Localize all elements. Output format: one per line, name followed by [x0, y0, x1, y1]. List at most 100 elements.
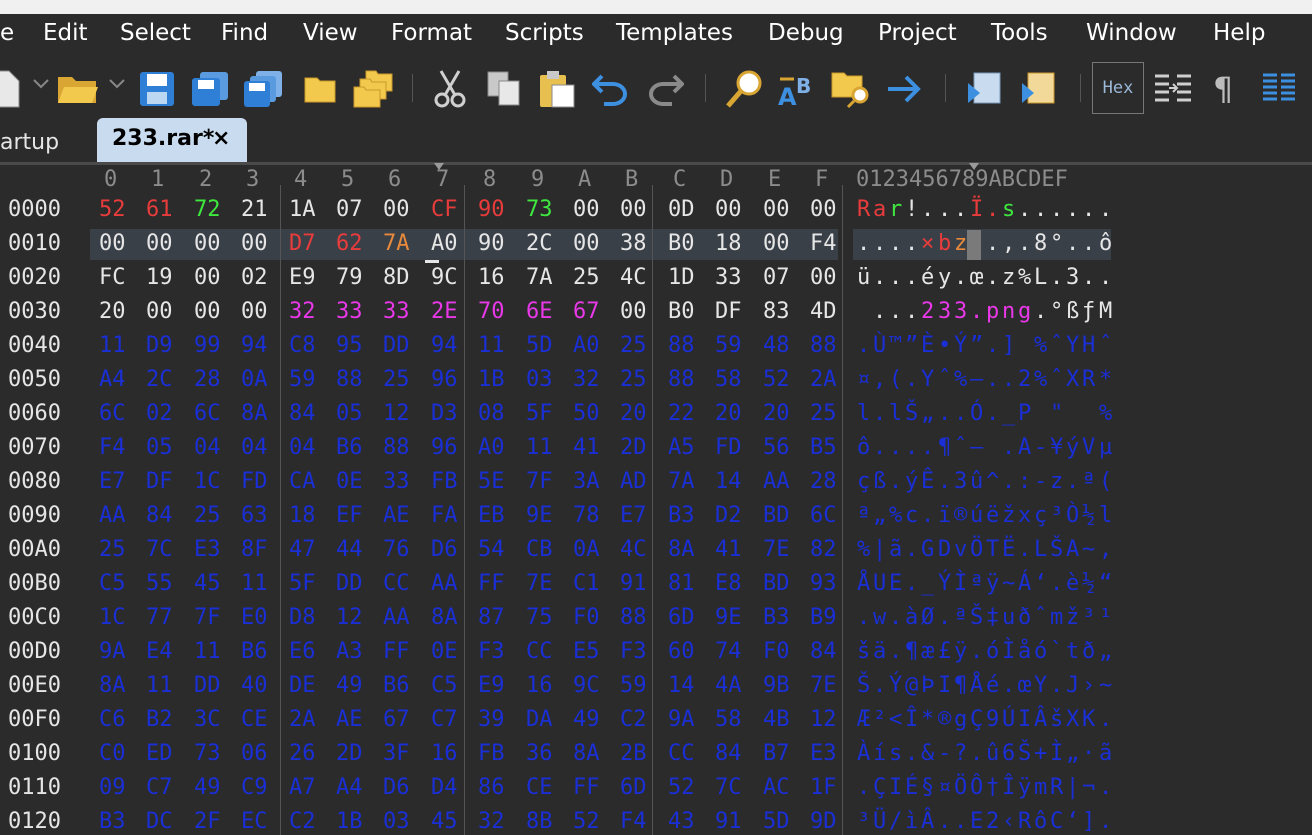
ascii-char[interactable]: ‹: [1002, 809, 1015, 834]
hex-byte[interactable]: A0: [478, 435, 505, 460]
hex-byte[interactable]: 9C: [573, 673, 600, 698]
hex-byte[interactable]: 9E: [526, 503, 553, 528]
hex-byte[interactable]: 52: [763, 367, 790, 392]
ascii-char[interactable]: .: [905, 265, 918, 290]
hex-byte[interactable]: 88: [336, 367, 363, 392]
hex-byte[interactable]: AA: [431, 571, 458, 596]
ascii-char[interactable]: b: [938, 231, 951, 256]
hex-byte[interactable]: B3: [668, 503, 695, 528]
ascii-char[interactable]: Ì: [954, 571, 967, 596]
ascii-char[interactable]: Š: [905, 401, 918, 426]
hex-byte[interactable]: 84: [146, 503, 173, 528]
ascii-char[interactable]: .: [905, 741, 918, 766]
ascii-char[interactable]: Â: [1034, 707, 1047, 732]
hex-byte[interactable]: 8A: [241, 401, 268, 426]
ascii-char[interactable]: [1066, 401, 1079, 426]
ascii-char[interactable]: E: [970, 809, 983, 834]
hex-byte[interactable]: 39: [478, 707, 505, 732]
ascii-char[interactable]: %: [857, 537, 870, 562]
hex-byte[interactable]: E8: [715, 571, 742, 596]
ascii-char[interactable]: ª: [970, 571, 983, 596]
hex-byte[interactable]: 61: [146, 197, 173, 222]
ascii-char[interactable]: .: [1034, 197, 1047, 222]
ascii-char[interactable]: ": [1050, 401, 1063, 426]
ascii-char[interactable]: æ: [921, 639, 934, 664]
ascii-char[interactable]: .: [986, 197, 999, 222]
hex-byte[interactable]: 11: [478, 333, 505, 358]
hex-byte[interactable]: B2: [146, 707, 173, 732]
ascii-char[interactable]: .: [1082, 265, 1095, 290]
hex-byte[interactable]: 14: [715, 469, 742, 494]
ascii-char[interactable]: +: [1034, 741, 1047, 766]
ascii-char[interactable]: ÿ: [954, 639, 967, 664]
hex-byte[interactable]: 16: [478, 265, 505, 290]
hex-byte[interactable]: 38: [620, 231, 647, 256]
ascii-char[interactable]: L: [1034, 537, 1047, 562]
ascii-char[interactable]: è: [1066, 571, 1079, 596]
ascii-char[interactable]: .: [889, 469, 902, 494]
ascii-char[interactable]: •: [938, 333, 951, 358]
hex-byte[interactable]: 59: [620, 673, 647, 698]
menu-project[interactable]: Project: [878, 20, 957, 46]
hex-byte[interactable]: D2: [715, 503, 742, 528]
menu-templates[interactable]: Templates: [616, 20, 733, 46]
hex-byte[interactable]: 95: [336, 333, 363, 358]
ascii-char[interactable]: Á: [1018, 571, 1031, 596]
hex-byte[interactable]: 96: [431, 367, 458, 392]
hex-byte[interactable]: CB: [526, 537, 553, 562]
ascii-char[interactable]: *: [1099, 367, 1112, 392]
ascii-char[interactable]: .: [1018, 231, 1031, 256]
hex-byte[interactable]: 2A: [289, 707, 316, 732]
run-template-icon[interactable]: [1016, 64, 1066, 114]
hex-byte[interactable]: 33: [715, 265, 742, 290]
hex-byte[interactable]: 04: [241, 435, 268, 460]
menu-debug[interactable]: Debug: [768, 20, 844, 46]
chevron-down-icon[interactable]: [108, 76, 126, 95]
hex-byte[interactable]: FF: [478, 571, 505, 596]
ascii-char[interactable]: n: [1002, 299, 1015, 324]
ascii-char[interactable]: „: [1099, 639, 1112, 664]
hex-byte[interactable]: 11: [241, 571, 268, 596]
ascii-char[interactable]: .: [986, 401, 999, 426]
ascii-char[interactable]: ¥: [1050, 435, 1063, 460]
ascii-char[interactable]: .: [921, 503, 934, 528]
hex-byte[interactable]: E9: [289, 265, 316, 290]
hex-byte[interactable]: 00: [241, 231, 268, 256]
ascii-char[interactable]: Å: [857, 571, 870, 596]
ascii-char[interactable]: %: [1018, 265, 1031, 290]
ascii-char[interactable]: .: [857, 231, 870, 256]
hex-byte[interactable]: 50: [573, 401, 600, 426]
hex-byte[interactable]: 32: [573, 367, 600, 392]
ascii-char[interactable]: /: [889, 809, 902, 834]
ascii-char[interactable]: ˆ: [1034, 605, 1047, 630]
goto-icon[interactable]: [880, 64, 930, 114]
ascii-char[interactable]: û: [986, 741, 999, 766]
ascii-char[interactable]: 8: [1034, 231, 1047, 256]
ascii-char[interactable]: ”: [905, 333, 918, 358]
hex-byte[interactable]: C1: [573, 571, 600, 596]
hex-byte[interactable]: E3: [810, 741, 837, 766]
hex-byte[interactable]: C8: [289, 333, 316, 358]
ascii-char[interactable]: <: [889, 707, 902, 732]
ascii-char[interactable]: ˆ: [938, 367, 951, 392]
ascii-char[interactable]: .: [938, 809, 951, 834]
hex-byte[interactable]: 94: [241, 333, 268, 358]
ascii-char[interactable]: ß: [1066, 299, 1079, 324]
ascii-char[interactable]: ‘: [1066, 809, 1079, 834]
hex-byte[interactable]: F3: [478, 639, 505, 664]
ascii-char[interactable]: Â: [921, 809, 934, 834]
ascii-char[interactable]: *: [921, 707, 934, 732]
hex-byte[interactable]: 4D: [810, 299, 837, 324]
hex-byte[interactable]: 9E: [715, 605, 742, 630]
ascii-char[interactable]: m: [1050, 605, 1063, 630]
ascii-char[interactable]: U: [873, 571, 886, 596]
hex-byte[interactable]: 12: [336, 605, 363, 630]
hex-byte[interactable]: 00: [620, 299, 647, 324]
hex-byte[interactable]: 52: [99, 197, 126, 222]
hex-byte[interactable]: 03: [383, 809, 410, 834]
hex-byte[interactable]: AA: [99, 503, 126, 528]
hex-byte[interactable]: 7A: [526, 265, 553, 290]
ascii-char[interactable]: p: [986, 299, 999, 324]
hex-byte[interactable]: 16: [431, 741, 458, 766]
chevron-down-icon[interactable]: [32, 76, 50, 95]
